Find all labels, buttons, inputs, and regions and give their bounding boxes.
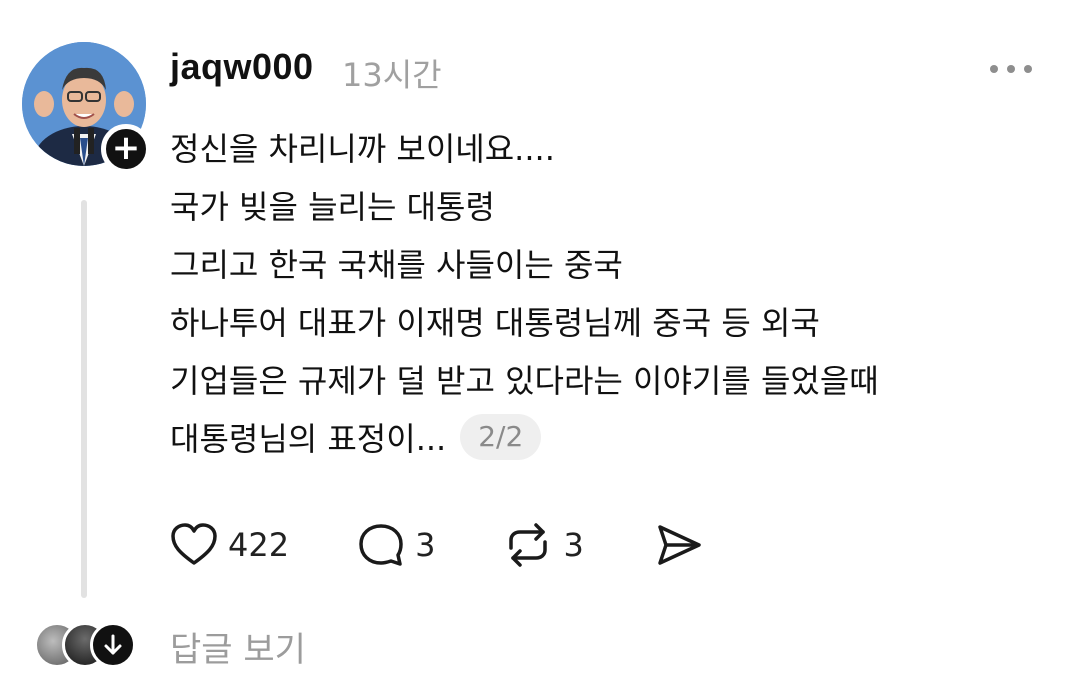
more-options-icon xyxy=(990,65,998,73)
like-button[interactable]: 422 xyxy=(170,522,289,568)
post-line: 하나투어 대표가 이재명 대통령님께 중국 등 외국 xyxy=(170,304,820,342)
action-bar: 422 3 3 xyxy=(170,520,704,570)
comment-count: 3 xyxy=(415,526,436,564)
post-line: 국가 빚을 늘리는 대통령 xyxy=(170,188,495,226)
expand-replies-button[interactable] xyxy=(90,622,136,668)
heart-icon xyxy=(171,523,217,565)
post-body[interactable]: 정신을 차리니까 보이네요.... 국가 빚을 늘리는 대통령 그리고 한국 국… xyxy=(170,120,1050,468)
post-line: 그리고 한국 국채를 사들이는 중국 xyxy=(170,246,623,284)
page-indicator-badge[interactable]: 2/2 xyxy=(460,414,542,460)
arrow-down-icon xyxy=(104,634,122,655)
view-replies-link[interactable]: 답글 보기 xyxy=(170,622,306,671)
repost-count: 3 xyxy=(563,526,584,564)
plus-icon: + xyxy=(111,128,141,168)
post-line: 기업들은 규제가 덜 받고 있다라는 이야기를 들었을때 xyxy=(170,362,879,400)
post-line: 정신을 차리니까 보이네요.... xyxy=(170,130,555,168)
repost-button[interactable]: 3 xyxy=(503,522,584,568)
username[interactable]: jaqw000 xyxy=(170,46,314,88)
post-line: 대통령님의 표정이... xyxy=(170,420,447,458)
post-last-line: 대통령님의 표정이... 2/2 xyxy=(170,410,1050,468)
comment-button[interactable]: 3 xyxy=(357,522,435,568)
send-icon xyxy=(658,525,701,565)
post-timestamp: 13시간 xyxy=(342,56,442,94)
thread-line xyxy=(81,200,87,598)
comment-bubble-icon xyxy=(359,524,403,566)
reply-avatars[interactable] xyxy=(34,622,138,670)
follow-button[interactable]: + xyxy=(101,124,151,174)
like-count: 422 xyxy=(228,526,290,564)
repost-icon xyxy=(509,523,548,567)
share-button[interactable] xyxy=(654,522,704,568)
more-options-button[interactable] xyxy=(990,56,1036,82)
